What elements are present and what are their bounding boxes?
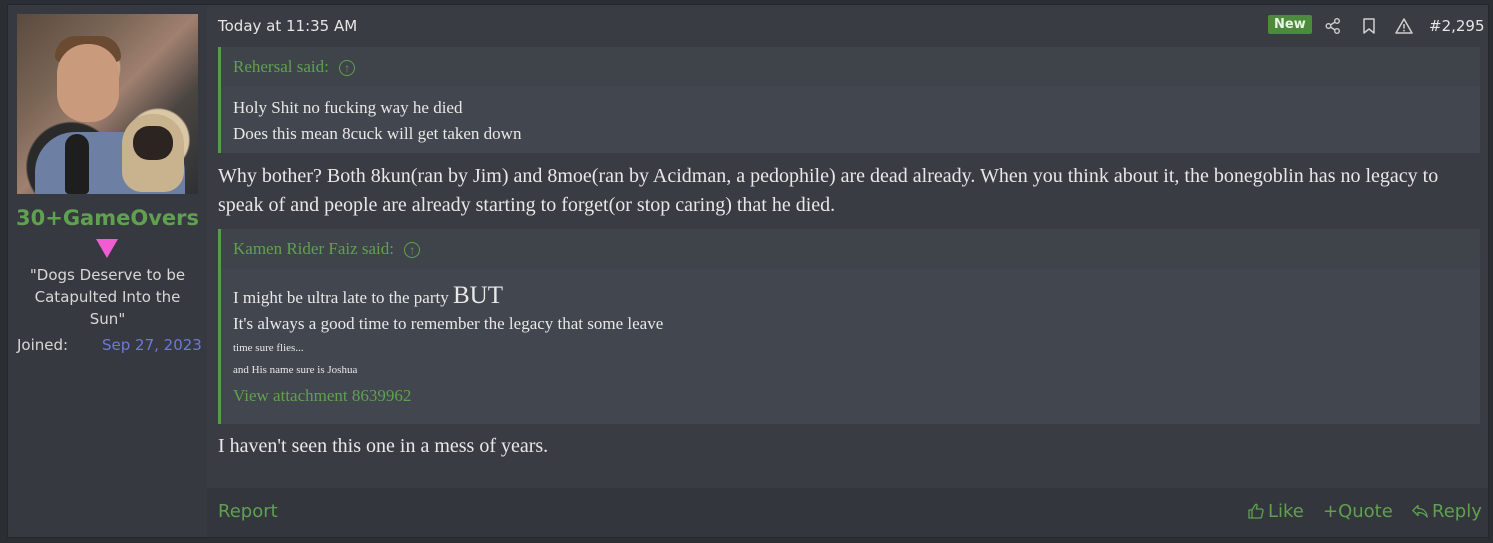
avatar[interactable] (17, 14, 198, 194)
like-button[interactable]: Like (1247, 501, 1304, 522)
username[interactable]: 30+GameOvers (8, 206, 207, 230)
quote-small-line: and His name sure is Joshua (233, 364, 358, 376)
bookmark-icon[interactable] (1360, 17, 1378, 35)
post-footer: Report Like +Quote Reply (207, 488, 1488, 537)
user-title: "Dogs Deserve to be Catapulted Into the … (29, 266, 186, 328)
post-header: Today at 11:35 AM New #2,295 (207, 5, 1488, 47)
quote-button[interactable]: +Quote (1323, 501, 1393, 522)
report-link[interactable]: Report (218, 501, 278, 522)
like-label: Like (1268, 501, 1304, 522)
quote-label: Quote (1338, 501, 1393, 522)
gender-icon (96, 239, 118, 258)
joined-label: Joined: (17, 336, 69, 354)
quote-block: Kamen Rider Faiz said: ↑ I might be ultr… (218, 229, 1480, 424)
arrow-up-icon[interactable]: ↑ (404, 242, 421, 259)
post-main: Today at 11:35 AM New #2,295 Rehersal sa… (207, 5, 1488, 537)
reply-label: Reply (1432, 501, 1482, 522)
quote-small-line: time sure flies... (233, 342, 304, 354)
quote-line: Holy Shit no fucking way he died (233, 98, 463, 117)
quote-block: Rehersal said: ↑ Holy Shit no fucking wa… (218, 47, 1480, 153)
quote-author[interactable]: Kamen Rider Faiz said: (233, 239, 394, 258)
warning-icon[interactable] (1395, 17, 1413, 35)
quote-body: I might be ultra late to the party BUT I… (221, 269, 1480, 417)
quote-body: Holy Shit no fucking way he died Does th… (221, 87, 1480, 155)
quote-author[interactable]: Rehersal said: (233, 57, 329, 76)
quote-line: It's always a good time to remember the … (233, 314, 664, 333)
quote-text-large: BUT (453, 282, 503, 309)
forum-post: 30+GameOvers "Dogs Deserve to be Catapul… (7, 4, 1489, 538)
post-number[interactable]: #2,295 (1429, 17, 1485, 35)
user-info-panel: 30+GameOvers "Dogs Deserve to be Catapul… (8, 5, 207, 537)
joined-date: Sep 27, 2023 (102, 336, 202, 354)
new-badge: New (1268, 15, 1312, 34)
arrow-up-icon[interactable]: ↑ (339, 60, 356, 77)
attachment-link[interactable]: View attachment 8639962 (233, 383, 1468, 409)
post-timestamp[interactable]: Today at 11:35 AM (218, 17, 357, 35)
post-message: Why bother? Both 8kun(ran by Jim) and 8m… (218, 165, 1439, 216)
quote-header[interactable]: Kamen Rider Faiz said: ↑ (221, 229, 1480, 269)
quote-header[interactable]: Rehersal said: ↑ (221, 47, 1480, 87)
plus-icon: + (1323, 501, 1339, 522)
post-message-end: I haven't seen this one in a mess of yea… (218, 435, 549, 457)
quote-text: I might be ultra late to the party (233, 288, 453, 307)
quote-line: I might be ultra late to the party BUT (233, 283, 1468, 311)
reply-icon (1412, 504, 1428, 518)
thumbs-up-icon (1248, 503, 1264, 519)
reply-button[interactable]: Reply (1411, 501, 1482, 522)
quote-line: Does this mean 8cuck will get taken down (233, 124, 522, 143)
share-icon[interactable] (1324, 17, 1342, 35)
